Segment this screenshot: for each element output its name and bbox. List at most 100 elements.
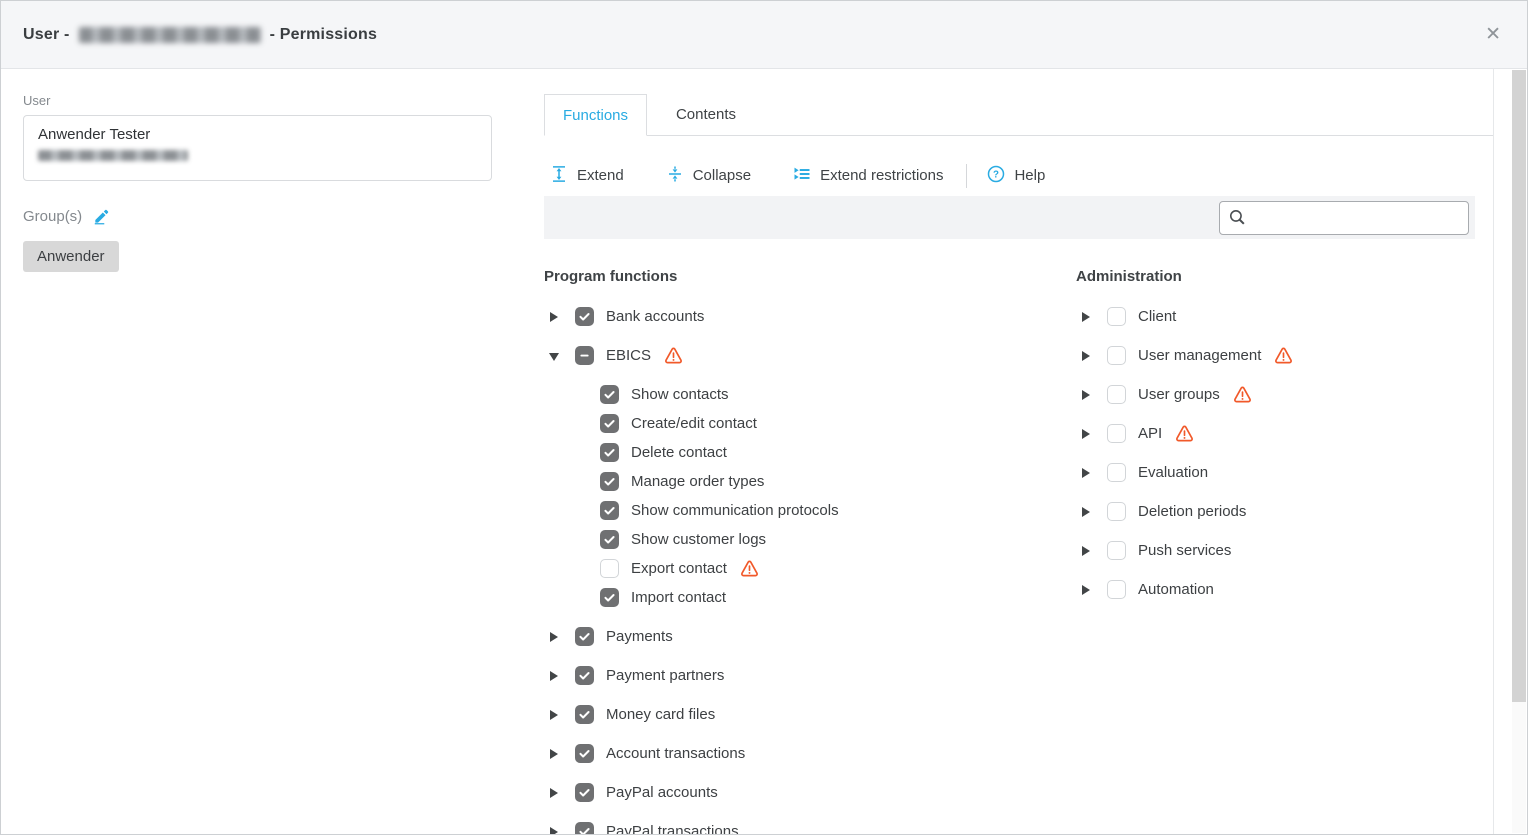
expander-closed-icon[interactable]: [549, 710, 559, 720]
expander-closed-icon[interactable]: [1081, 468, 1091, 478]
expander-open-icon[interactable]: [549, 351, 559, 361]
warning-icon: [1175, 424, 1194, 443]
checkbox[interactable]: [600, 559, 619, 578]
tree-row[interactable]: Account transactions: [544, 743, 1076, 764]
vertical-scrollbar-track[interactable]: [1512, 70, 1526, 833]
checkbox[interactable]: [600, 501, 619, 520]
tree-row[interactable]: Import contact: [595, 587, 1076, 608]
expander-closed-icon[interactable]: [1081, 585, 1091, 595]
checkbox[interactable]: [1107, 385, 1126, 404]
checkbox[interactable]: [600, 443, 619, 462]
tree-row[interactable]: Show customer logs: [595, 529, 1076, 550]
dialog-title: User - - Permissions: [23, 26, 377, 44]
expander-closed-icon[interactable]: [1081, 351, 1091, 361]
help-icon: ?: [987, 165, 1005, 187]
checkbox[interactable]: [600, 588, 619, 607]
checkbox[interactable]: [600, 385, 619, 404]
permissions-panel: Functions Contents Extend Collapse: [544, 69, 1494, 835]
extend-restrictions-icon: [793, 165, 811, 187]
checkbox[interactable]: [1107, 424, 1126, 443]
tree-item-label: Manage order types: [631, 473, 764, 490]
collapse-button[interactable]: Collapse: [666, 165, 751, 187]
checkbox[interactable]: [575, 666, 594, 685]
expander-closed-icon[interactable]: [1081, 390, 1091, 400]
tree-row[interactable]: Show communication protocols: [595, 500, 1076, 521]
search-strip: [544, 196, 1475, 239]
checkbox[interactable]: [1107, 307, 1126, 326]
tree-row[interactable]: Deletion periods: [1076, 501, 1493, 522]
checkbox[interactable]: [1107, 463, 1126, 482]
tab-contents[interactable]: Contents: [647, 94, 765, 135]
tree-row[interactable]: PayPal accounts: [544, 782, 1076, 803]
tree-row[interactable]: Money card files: [544, 704, 1076, 725]
close-icon[interactable]: ✕: [1485, 25, 1501, 44]
tree-row[interactable]: Show contacts: [595, 384, 1076, 405]
tree-item-label: Show communication protocols: [631, 502, 839, 519]
checkbox[interactable]: [600, 414, 619, 433]
expander-closed-icon[interactable]: [549, 671, 559, 681]
dialog-header: User - - Permissions ✕: [1, 1, 1527, 69]
tree-item-label: Payments: [606, 628, 673, 645]
tree-item-label: Bank accounts: [606, 308, 704, 325]
checkbox[interactable]: [600, 472, 619, 491]
expander-closed-icon[interactable]: [549, 632, 559, 642]
checkbox[interactable]: [575, 627, 594, 646]
extend-button[interactable]: Extend: [550, 165, 624, 187]
tree-row[interactable]: Payments: [544, 626, 1076, 647]
expander-closed-icon[interactable]: [549, 749, 559, 759]
tree-row[interactable]: Automation: [1076, 579, 1493, 600]
groups-row: Group(s): [23, 207, 544, 226]
tree-row[interactable]: Push services: [1076, 540, 1493, 561]
expander-closed-icon[interactable]: [549, 827, 559, 835]
administration-column: Administration ClientUser managementUser…: [1076, 268, 1493, 835]
tree-row[interactable]: Create/edit contact: [595, 413, 1076, 434]
expander-closed-icon[interactable]: [1081, 507, 1091, 517]
tree-row[interactable]: Delete contact: [595, 442, 1076, 463]
vertical-scrollbar-thumb[interactable]: [1512, 70, 1526, 702]
checkbox[interactable]: [575, 783, 594, 802]
tree-toolbar: Extend Collapse Extend restrictions: [544, 161, 1493, 190]
checkbox[interactable]: [575, 822, 594, 835]
extend-icon: [550, 165, 568, 187]
extend-restrictions-button[interactable]: Extend restrictions: [793, 165, 943, 187]
tree-item-label: API: [1138, 425, 1162, 442]
expander-closed-icon[interactable]: [1081, 546, 1091, 556]
tree-row[interactable]: Bank accounts: [544, 306, 1076, 327]
group-chip-anwender[interactable]: Anwender: [23, 241, 119, 272]
search-input[interactable]: [1219, 201, 1469, 235]
checkbox[interactable]: [575, 744, 594, 763]
edit-groups-pencil-icon[interactable]: [92, 207, 111, 226]
tree-row[interactable]: Manage order types: [595, 471, 1076, 492]
administration-tree: Client User management User groups API Evalu…: [1076, 306, 1493, 600]
checkbox[interactable]: [575, 705, 594, 724]
tree-row[interactable]: User management: [1076, 345, 1493, 366]
tree-row[interactable]: EBICS: [544, 345, 1076, 366]
checkbox[interactable]: [1107, 580, 1126, 599]
checkbox[interactable]: [1107, 346, 1126, 365]
tree-row[interactable]: Export contact: [595, 558, 1076, 579]
help-button[interactable]: ? Help: [987, 165, 1045, 187]
groups-label: Group(s): [23, 208, 82, 225]
tree-row[interactable]: Payment partners: [544, 665, 1076, 686]
checkbox[interactable]: [575, 346, 594, 365]
tree-row[interactable]: Client: [1076, 306, 1493, 327]
checkbox[interactable]: [600, 530, 619, 549]
dialog-title-prefix: User -: [23, 26, 70, 44]
checkbox[interactable]: [1107, 502, 1126, 521]
checkbox[interactable]: [575, 307, 594, 326]
tree-row[interactable]: User groups: [1076, 384, 1493, 405]
expander-closed-icon[interactable]: [1081, 312, 1091, 322]
tab-functions[interactable]: Functions: [544, 94, 647, 136]
tree-sub-list: Show contacts Create/edit contact Delete c…: [544, 384, 1076, 608]
expander-closed-icon[interactable]: [549, 312, 559, 322]
tree-row[interactable]: Evaluation: [1076, 462, 1493, 483]
tree-item-label: Client: [1138, 308, 1176, 325]
search-box: [1219, 201, 1469, 235]
expander-closed-icon[interactable]: [549, 788, 559, 798]
tree-item-label: Payment partners: [606, 667, 724, 684]
tree-row[interactable]: API: [1076, 423, 1493, 444]
tree-item-label: Deletion periods: [1138, 503, 1246, 520]
expander-closed-icon[interactable]: [1081, 429, 1091, 439]
checkbox[interactable]: [1107, 541, 1126, 560]
tree-row[interactable]: PayPal transactions: [544, 821, 1076, 835]
